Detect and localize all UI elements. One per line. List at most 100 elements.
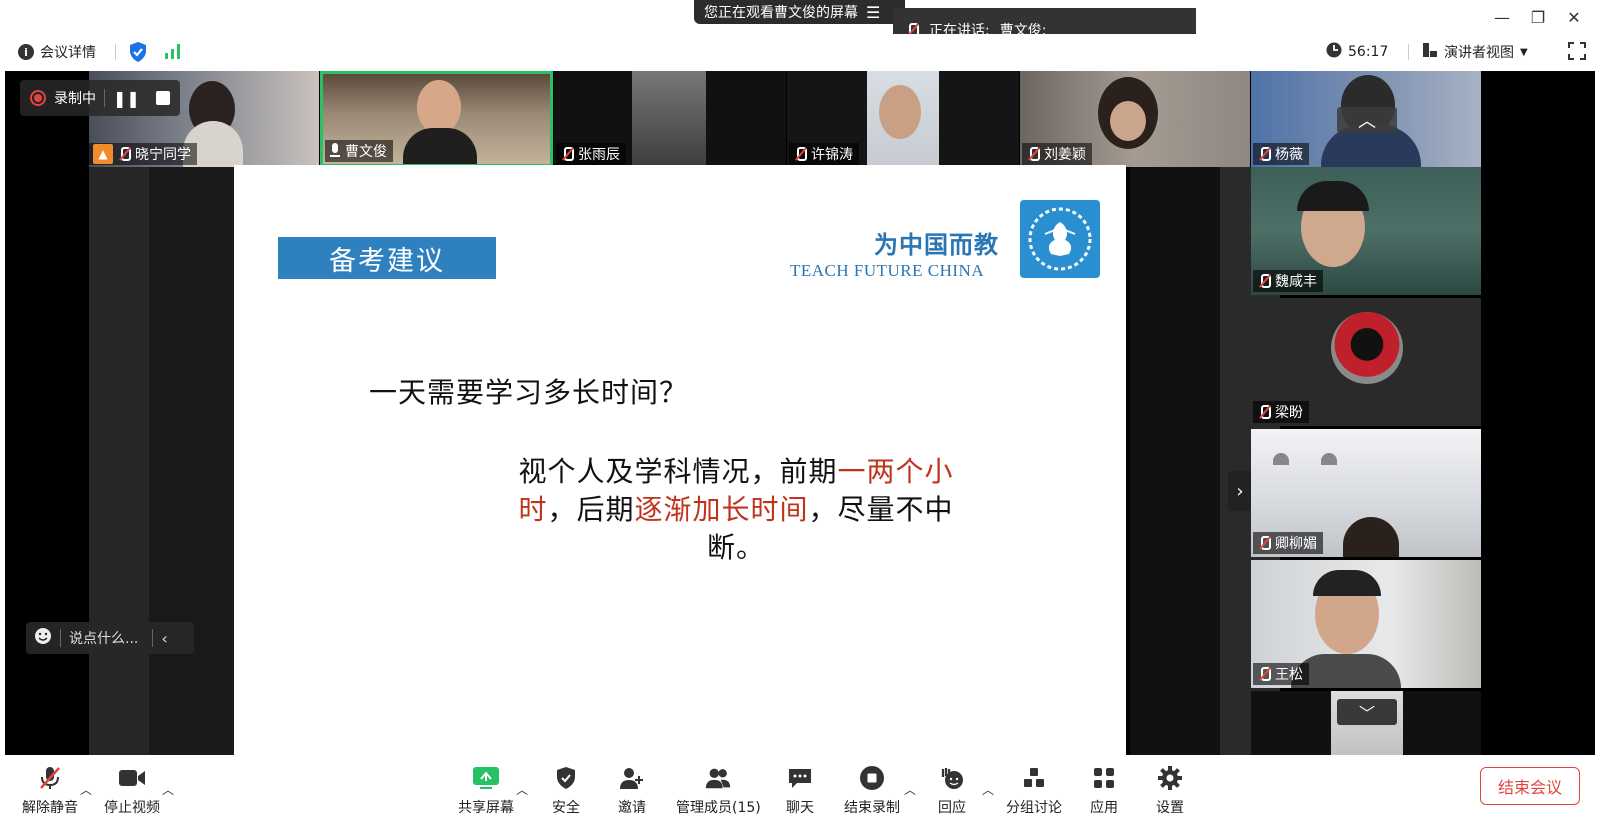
answer-text: ，后期 (547, 493, 635, 526)
mic-muted-icon (1257, 535, 1271, 551)
mic-muted-icon (1257, 404, 1271, 420)
slide-title: 备考建议 (278, 237, 496, 279)
participant-silhouette (403, 128, 477, 164)
emoji-icon[interactable] (34, 627, 52, 649)
participant-label: 许锦涛 (789, 143, 859, 165)
close-icon[interactable]: ✕ (1556, 4, 1592, 30)
chevron-left-icon[interactable]: ‹ (161, 629, 167, 648)
unmute-button[interactable]: 解除静音 (22, 765, 78, 817)
ceiling-lamp (1273, 453, 1289, 465)
end-recording-button[interactable]: 结束录制 (844, 765, 900, 817)
meeting-details-label: 会议详情 (40, 45, 96, 61)
ceiling-lamp (1321, 453, 1337, 465)
participant-silhouette (417, 80, 461, 134)
stop-video-button[interactable]: 停止视频 (104, 765, 160, 817)
clock-icon (1326, 42, 1342, 62)
divider (115, 44, 116, 60)
mic-muted-icon (1257, 273, 1271, 289)
brand-name-cn: 为中国而教 (874, 230, 999, 259)
answer-text: 视个人及学科情况，前期 (518, 455, 838, 488)
chevron-up-icon[interactable]: ︿ (80, 781, 92, 798)
host-icon: ▲ (93, 144, 113, 164)
record-icon (30, 90, 46, 106)
participant-name: 卿柳媚 (1275, 536, 1317, 552)
video-tile-active-speaker[interactable]: 曹文俊 (320, 71, 553, 167)
participant-name: 曹文俊 (345, 144, 387, 160)
title-bar: 您正在观看曹文俊的屏幕 ☰ 正在讲话: 曹文俊; — ❐ ✕ (0, 0, 1600, 51)
recording-indicator: 录制中 ❚❚ (20, 80, 180, 116)
scroll-up-button[interactable]: ︿ (1337, 107, 1397, 133)
collapse-gallery-button[interactable]: › (1228, 471, 1252, 511)
video-stage: ▲ 晓宁同学 曹文俊 张雨辰 许锦涛 刘姜颖 ︿ 杨薇 录制中 ❚❚ 备考建议 … (5, 71, 1595, 771)
participant-video (632, 71, 706, 167)
reactions-button[interactable]: 回应 (938, 765, 966, 817)
view-mode-dropdown[interactable]: 演讲者视图 ▼ (1422, 42, 1528, 62)
share-screen-button[interactable]: 共享屏幕 (458, 765, 514, 817)
video-tile-participant[interactable]: 卿柳媚 (1251, 429, 1481, 557)
fullscreen-icon[interactable] (1568, 42, 1586, 64)
breakout-rooms-icon (1020, 765, 1048, 791)
share-view-banner[interactable]: 您正在观看曹文俊的屏幕 ☰ (694, 0, 905, 24)
answer-highlight: 逐渐加长时间 (634, 493, 809, 526)
apps-label: 应用 (1090, 800, 1118, 816)
mic-muted-icon (117, 146, 131, 162)
minimize-icon[interactable]: — (1484, 4, 1520, 30)
chevron-down-icon: ﹀ (1358, 704, 1375, 723)
end-recording-label: 结束录制 (844, 800, 900, 816)
participant-label: 魏咸丰 (1253, 270, 1323, 292)
video-tile-participant[interactable]: 刘姜颖 (1020, 71, 1250, 167)
mic-muted-icon (1026, 146, 1040, 162)
restore-icon[interactable]: ❐ (1520, 4, 1556, 30)
timer-text: 56:17 (1348, 44, 1389, 60)
participant-silhouette (1313, 570, 1381, 596)
signal-strength-icon[interactable] (164, 43, 182, 63)
shield-check-icon[interactable] (128, 41, 148, 67)
meeting-toolbar: 解除静音 ︿ 停止视频 ︿ 共享屏幕 ︿ 安全 邀请 管理成员(15) 聊天 结… (0, 755, 1600, 833)
participant-label: 曹文俊 (325, 140, 393, 162)
meeting-details-button[interactable]: i 会议详情 (18, 42, 96, 62)
participant-name: 梁盼 (1275, 405, 1303, 421)
apps-button[interactable]: 应用 (1090, 765, 1118, 817)
participant-silhouette (1297, 181, 1369, 211)
participant-label: 梁盼 (1253, 401, 1309, 423)
video-tile-participant[interactable]: 张雨辰 (554, 71, 786, 167)
chat-button[interactable]: 聊天 (786, 765, 814, 817)
video-tile-participant[interactable]: 王松 (1251, 560, 1481, 688)
avatar (1331, 312, 1403, 384)
participant-name: 张雨辰 (578, 147, 620, 163)
video-tile-participant[interactable]: ︿ 杨薇 (1251, 71, 1481, 167)
security-button[interactable]: 安全 (552, 765, 580, 817)
info-icon: i (18, 44, 34, 60)
chevron-up-icon[interactable]: ︿ (516, 781, 528, 798)
chevron-up-icon[interactable]: ︿ (904, 781, 916, 798)
stop-video-label: 停止视频 (104, 800, 160, 816)
chevron-up-icon: ︿ (1358, 111, 1376, 132)
video-tile-participant[interactable]: 梁盼 (1251, 298, 1481, 426)
participant-label: 刘姜颖 (1022, 143, 1092, 165)
scroll-down-button[interactable]: ﹀ (1337, 699, 1397, 725)
breakout-rooms-button[interactable]: 分组讨论 (1006, 765, 1062, 817)
layout-icon (1422, 42, 1438, 62)
chat-placeholder: 说点什么... (69, 631, 139, 647)
brand-name-en: TEACH FUTURE CHINA (790, 261, 985, 280)
chat-label: 聊天 (786, 800, 814, 816)
pause-recording-button[interactable]: ❚❚ (113, 89, 140, 108)
settings-button[interactable]: 设置 (1156, 765, 1184, 817)
reactions-label: 回应 (938, 800, 966, 816)
end-meeting-button[interactable]: 结束会议 (1480, 767, 1580, 805)
participants-button[interactable]: 管理成员(15) (676, 765, 761, 817)
divider (152, 629, 154, 647)
slide-answer: 视个人及学科情况，前期一两个小时，后期逐渐加长时间，尽量不中断。 (501, 453, 971, 567)
add-user-icon (618, 765, 646, 791)
video-tile-participant[interactable]: 许锦涛 (787, 71, 1019, 167)
chevron-up-icon[interactable]: ︿ (982, 781, 994, 798)
chevron-up-icon[interactable]: ︿ (162, 781, 174, 798)
invite-label: 邀请 (618, 800, 646, 816)
divider (104, 89, 105, 107)
stop-recording-button[interactable] (155, 91, 170, 105)
video-tile-participant[interactable]: 魏咸丰 (1251, 167, 1481, 295)
invite-button[interactable]: 邀请 (618, 765, 646, 817)
meeting-timer: 56:17 (1326, 42, 1388, 62)
menu-icon[interactable]: ☰ (866, 3, 880, 22)
quick-chat-input[interactable]: 说点什么... ‹ (26, 622, 194, 654)
